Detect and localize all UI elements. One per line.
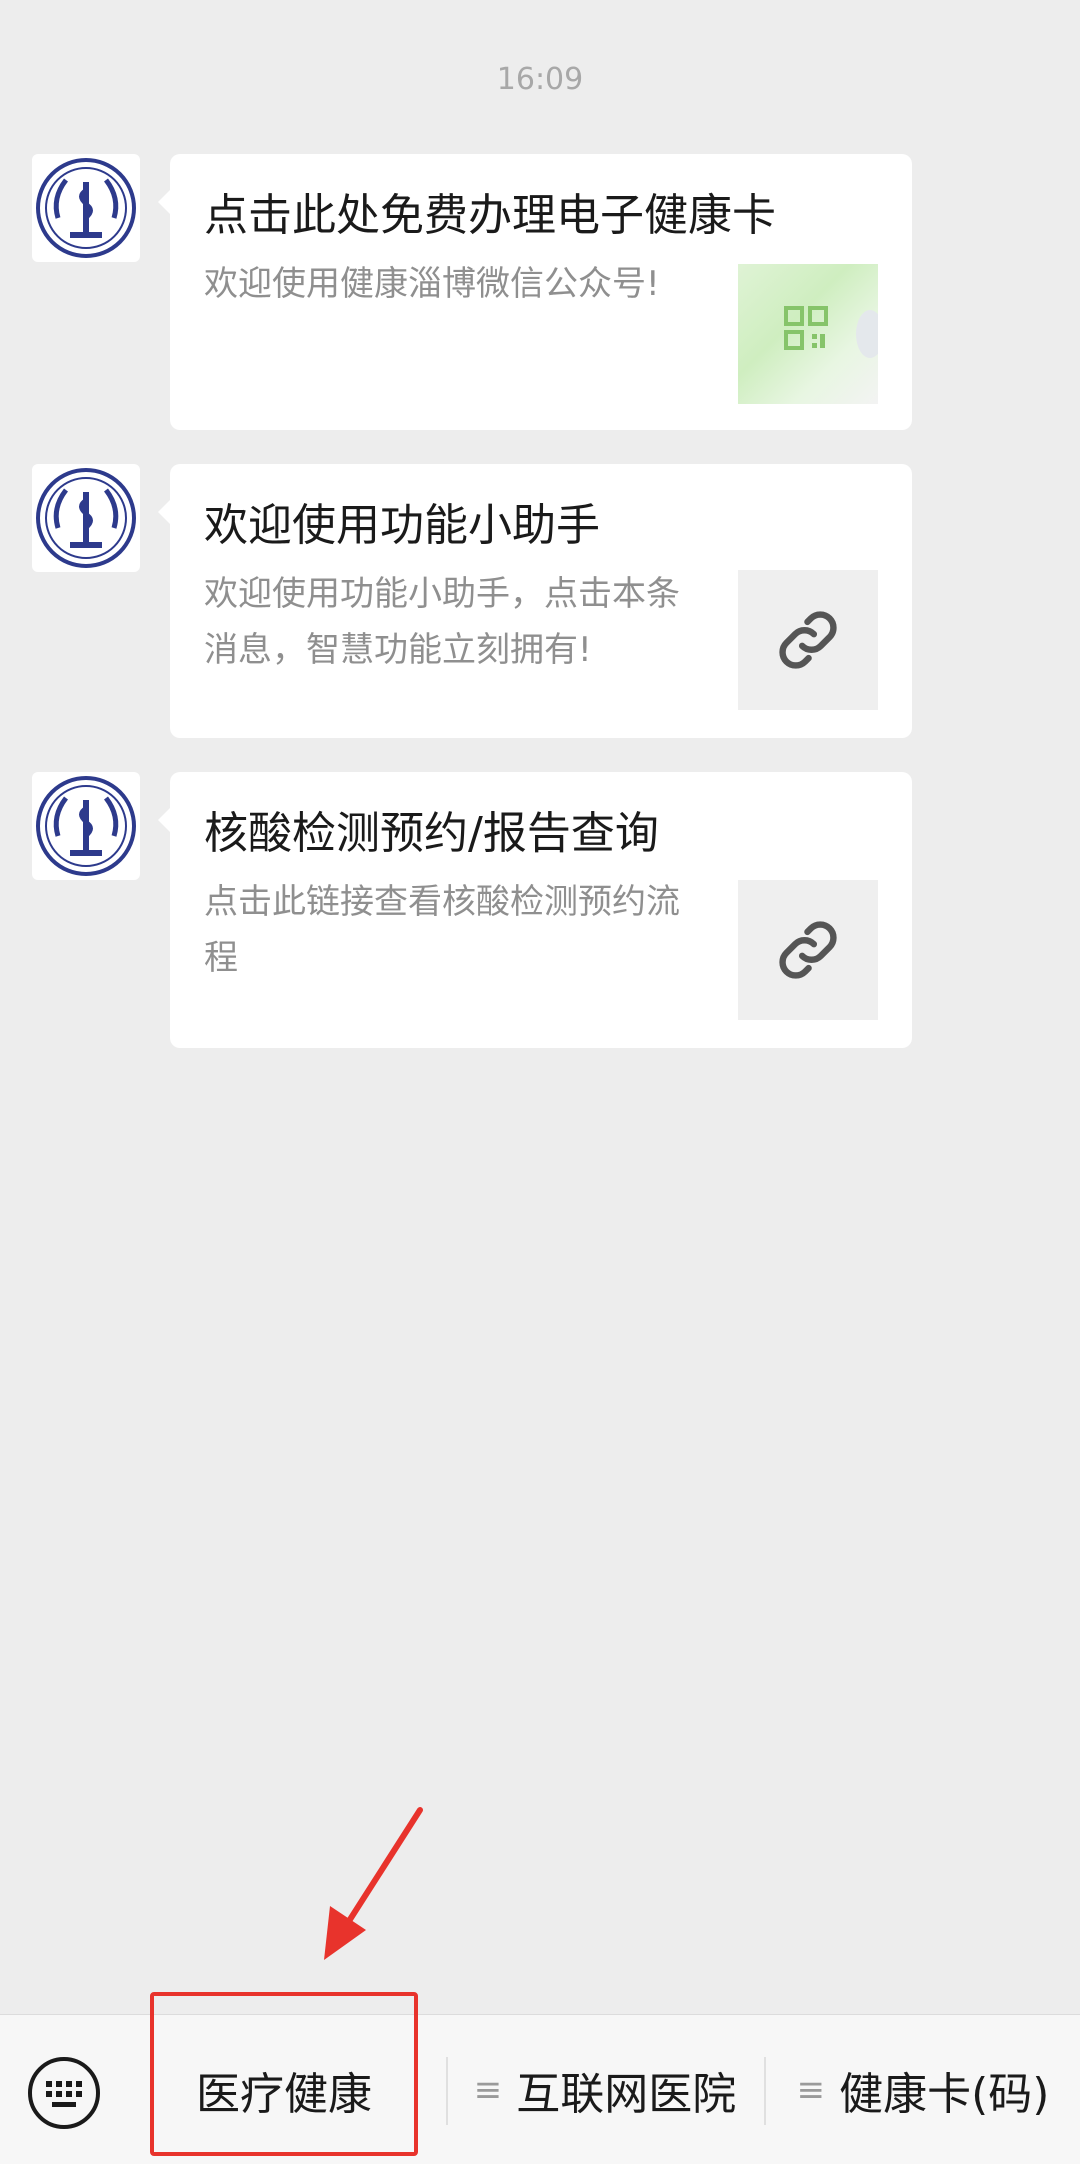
article-thumbnail [738,880,878,1020]
article-card[interactable]: 核酸检测预约/报告查询 点击此链接查看核酸检测预约流程 [158,772,912,1048]
submenu-icon: ≡ [796,2070,826,2110]
menu-item-label: 健康卡(码) [839,2069,1050,2120]
health-emblem-icon [36,468,136,568]
article-thumbnail [738,264,878,404]
chat-timestamp: 16:09 [496,62,584,97]
article-title: 欢迎使用功能小助手 [204,500,600,551]
article-title: 点击此处免费办理电子健康卡 [204,190,776,241]
submenu-icon: ≡ [473,2070,503,2110]
menu-item-internet-hospital[interactable]: ≡ 互联网医院 [448,2015,762,2164]
avatar[interactable] [32,772,140,880]
article-card[interactable]: 欢迎使用功能小助手 欢迎使用功能小助手，点击本条消息，智慧功能立刻拥有! [158,464,912,738]
menu-item-label: 互联网医院 [516,2069,737,2120]
menu-item-health-card[interactable]: ≡ 健康卡(码) [766,2015,1080,2164]
keyboard-icon [28,2057,100,2129]
avatar[interactable] [32,154,140,262]
article-title: 核酸检测预约/报告查询 [204,808,659,859]
avatar[interactable] [32,464,140,572]
article-description: 欢迎使用功能小助手，点击本条消息，智慧功能立刻拥有! [204,574,680,670]
article-description: 欢迎使用健康淄博微信公众号! [204,264,660,304]
article-thumbnail [738,570,878,710]
keyboard-toggle-button[interactable] [26,2055,102,2131]
link-icon [779,921,837,979]
health-emblem-icon [36,158,136,258]
chat-screen: 16:09 点击此处免费办理电子健康卡 欢迎使用健康淄博微信公众号! 欢迎使用功… [0,0,1080,2164]
qr-code-icon [784,306,878,358]
link-icon [779,611,837,669]
highlight-box [150,1992,418,2156]
health-emblem-icon [36,776,136,876]
article-card[interactable]: 点击此处免费办理电子健康卡 欢迎使用健康淄博微信公众号! [158,154,912,430]
article-description: 点击此链接查看核酸检测预约流程 [204,882,680,978]
